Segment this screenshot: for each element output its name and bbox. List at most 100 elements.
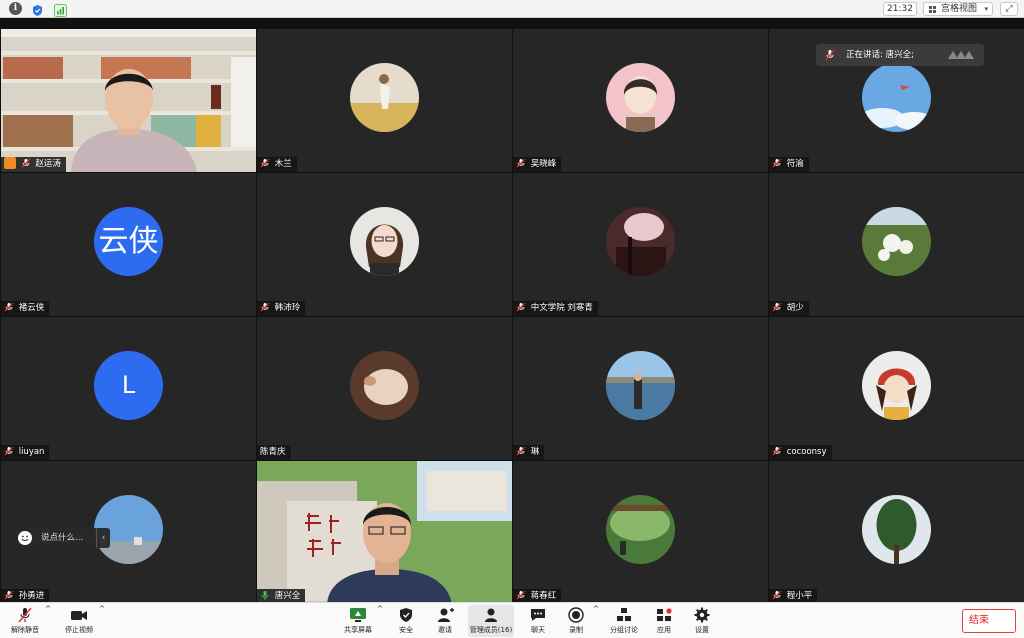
breakout-rooms-button[interactable]: 分组讨论 — [606, 605, 642, 637]
participant-name: cocoonsy — [786, 447, 827, 457]
settings-label: 设置 — [695, 626, 709, 634]
share-options-caret-icon[interactable]: ^ — [376, 605, 384, 637]
breakout-rooms-icon — [617, 608, 631, 621]
participant-name: 韩沛玲 — [274, 303, 301, 313]
mic-muted-icon — [21, 158, 31, 168]
mic-muted-icon — [516, 302, 526, 312]
participant-tile[interactable]: 云侠 褚云侠 — [1, 173, 256, 316]
unmute-button[interactable]: 解除静音 — [6, 605, 44, 637]
participant-tile[interactable]: 木兰 — [257, 29, 512, 172]
avatar: L — [94, 351, 163, 420]
participants-label: 管理成员(16) — [469, 626, 513, 634]
mic-muted-icon — [4, 590, 14, 600]
add-user-icon — [438, 608, 454, 622]
mic-muted-icon — [260, 158, 270, 168]
record-button[interactable]: 录制 — [562, 605, 590, 637]
mic-muted-icon — [516, 590, 526, 600]
video-camera-icon — [71, 611, 87, 620]
gear-icon — [694, 607, 710, 623]
shield-icon[interactable] — [31, 2, 44, 16]
participant-name: 程小平 — [786, 591, 813, 601]
emoji-icon[interactable] — [18, 531, 32, 545]
security-label: 安全 — [399, 626, 413, 634]
mic-muted-icon — [4, 302, 14, 312]
avatar — [862, 351, 931, 420]
mic-muted-icon — [772, 158, 782, 168]
collapse-chevron-icon[interactable]: ‹ — [96, 528, 110, 548]
participant-tile[interactable]: 韩沛玲 — [257, 173, 512, 316]
mic-muted-icon — [4, 446, 14, 456]
settings-button[interactable]: 设置 — [688, 605, 716, 637]
participant-nameplate: 陈青庆 — [257, 445, 291, 460]
participant-name: 蒋春红 — [530, 591, 557, 601]
security-button[interactable]: 安全 — [392, 605, 420, 637]
avatar — [862, 495, 931, 564]
avatar — [350, 63, 419, 132]
participant-name: 木兰 — [274, 159, 292, 169]
participant-tile[interactable]: 中文学院 刘寒青 — [513, 173, 768, 316]
participant-tile[interactable]: 蒋春红 — [513, 461, 768, 604]
mic-muted-icon — [825, 49, 835, 61]
avatar — [606, 63, 675, 132]
participant-nameplate: 韩沛玲 — [257, 301, 306, 316]
share-screen-label: 共享屏幕 — [344, 626, 372, 634]
chat-label: 聊天 — [531, 626, 545, 634]
avatar — [862, 63, 931, 132]
participant-video — [1, 29, 256, 172]
participant-tile[interactable]: 琳 — [513, 317, 768, 460]
participant-tile[interactable]: cocoonsy — [769, 317, 1024, 460]
chat-button[interactable]: 聊天 — [524, 605, 552, 637]
participant-tile[interactable]: 程小平 — [769, 461, 1024, 604]
participant-tile[interactable]: L liuyan — [1, 317, 256, 460]
participant-name: 吴晓峰 — [530, 159, 557, 169]
view-mode-button[interactable]: 宫格视图 ▾ — [923, 2, 993, 16]
fullscreen-button[interactable]: ⤢ — [1000, 2, 1018, 16]
participant-tile[interactable]: 胡少 — [769, 173, 1024, 316]
participant-nameplate: 褚云侠 — [1, 301, 50, 316]
video-grid: 赵运涛 木兰 吴晓峰 符渝 云侠 褚云侠 韩沛玲 中文学院 刘寒青 胡少 L l… — [0, 28, 1024, 604]
logo-icon — [948, 51, 974, 59]
participant-tile-active-speaker[interactable]: 唐兴全 — [257, 461, 512, 604]
video-options-caret-icon[interactable]: ^ — [98, 605, 106, 637]
unmute-label: 解除静音 — [11, 626, 39, 634]
meeting-timer: 21:32 — [883, 2, 917, 16]
stop-video-button[interactable]: 停止视频 — [60, 605, 98, 637]
apps-button[interactable]: 应用 — [650, 605, 678, 637]
avatar — [606, 495, 675, 564]
avatar — [350, 351, 419, 420]
record-label: 录制 — [569, 626, 583, 634]
mic-muted-icon — [772, 446, 782, 456]
participant-name: 孙勇进 — [18, 591, 45, 601]
avatar — [350, 207, 419, 276]
record-options-caret-icon[interactable]: ^ — [592, 605, 600, 637]
participant-tile[interactable]: 陈青庆 — [257, 317, 512, 460]
record-icon — [568, 607, 584, 623]
participant-video — [257, 461, 512, 604]
chevron-down-icon: ▾ — [984, 5, 988, 13]
speaking-text: 正在讲话: 唐兴全; — [846, 50, 914, 60]
speaking-indicator: 正在讲话: 唐兴全; — [816, 44, 984, 66]
participant-tile[interactable]: 吴晓峰 — [513, 29, 768, 172]
participants-button[interactable]: 管理成员(16) — [468, 605, 514, 637]
invite-button[interactable]: 邀请 — [430, 605, 460, 637]
audio-options-caret-icon[interactable]: ^ — [44, 605, 52, 637]
participant-name: 赵运涛 — [35, 159, 61, 169]
participant-name: 褚云侠 — [18, 303, 45, 313]
participant-nameplate: 吴晓峰 — [513, 157, 562, 172]
apps-label: 应用 — [657, 626, 671, 634]
participant-nameplate: 琳 — [513, 445, 545, 460]
mic-muted-icon — [516, 446, 526, 456]
participant-nameplate: 木兰 — [257, 157, 297, 172]
mic-muted-icon — [772, 302, 782, 312]
meeting-toolbar: 解除静音 ^ 停止视频 ^ 共享屏幕 ^ 安全 邀请 管理成员(16) 聊天 录… — [0, 602, 1024, 638]
share-screen-icon — [350, 608, 366, 622]
participant-tile[interactable]: 赵运涛 — [1, 29, 256, 172]
participant-name: 胡少 — [786, 303, 804, 313]
end-meeting-button[interactable]: 结束 — [962, 609, 1016, 633]
quick-chat-input[interactable]: 说点什么... ‹ — [14, 528, 110, 548]
info-icon[interactable]: i — [9, 2, 22, 15]
signal-icon[interactable] — [54, 2, 67, 17]
apps-icon — [657, 608, 672, 621]
share-screen-button[interactable]: 共享屏幕 — [340, 605, 376, 637]
avatar — [606, 207, 675, 276]
